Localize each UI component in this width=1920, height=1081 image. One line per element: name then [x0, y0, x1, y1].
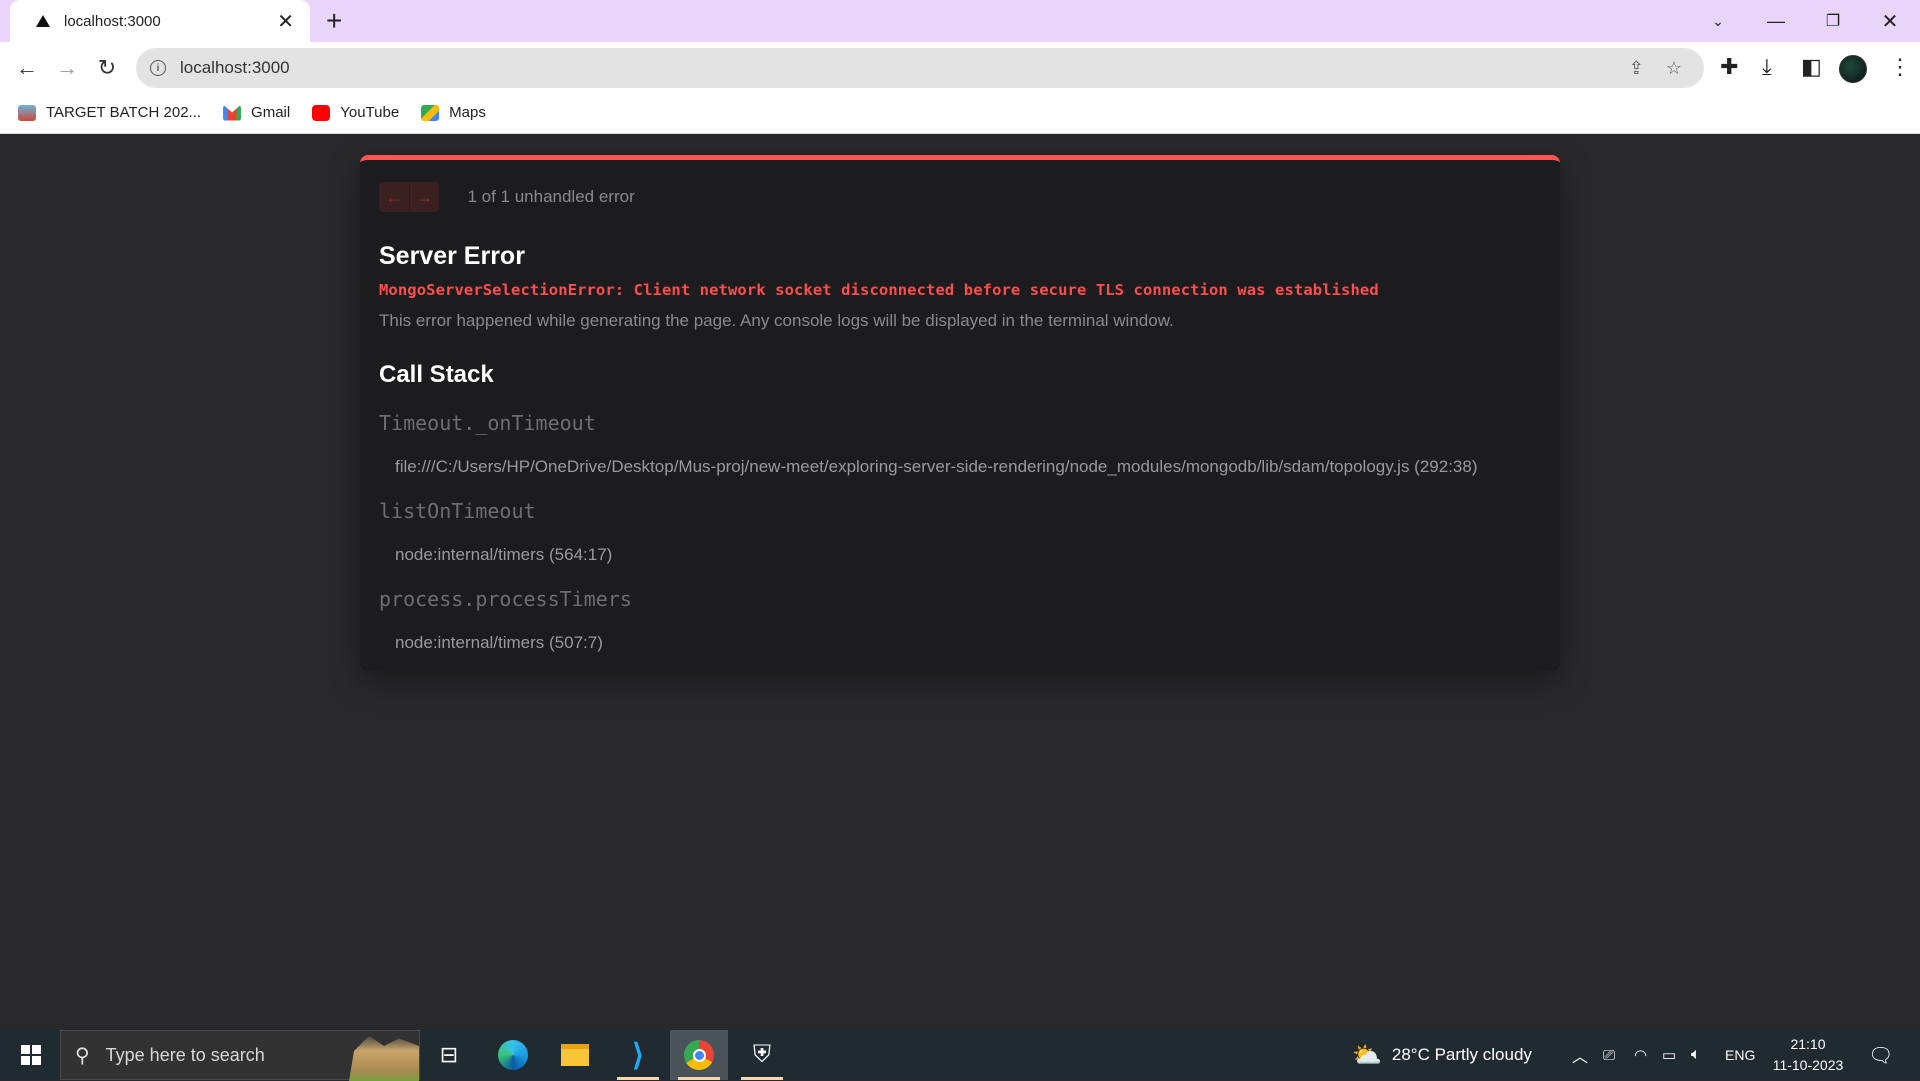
- restore-button[interactable]: ❐: [1805, 0, 1861, 42]
- bookmark-label: YouTube: [340, 104, 400, 121]
- clock-time: 21:10: [1790, 1036, 1826, 1052]
- maps-icon: [421, 104, 440, 121]
- bookmark-target-batch[interactable]: TARGET BATCH 202...: [18, 104, 201, 121]
- edge-app-icon[interactable]: [484, 1030, 542, 1080]
- wifi-icon[interactable]: ◠: [1634, 1030, 1647, 1080]
- camera-icon[interactable]: ⎚: [1603, 1030, 1615, 1080]
- battery-icon[interactable]: ▭: [1662, 1030, 1676, 1080]
- volume-icon[interactable]: 🔈︎: [1691, 1030, 1701, 1080]
- show-hidden-icons-chevron-icon[interactable]: ︿: [1572, 1030, 1588, 1080]
- bookmark-label: TARGET BATCH 202...: [46, 104, 202, 121]
- bookmark-youtube[interactable]: YouTube: [312, 104, 399, 121]
- notifications-icon[interactable]: 🗨︎: [1868, 1030, 1893, 1080]
- share-icon[interactable]: ⇪: [1629, 58, 1644, 79]
- close-tab-icon[interactable]: ✕: [277, 9, 294, 34]
- extensions-icon[interactable]: ✚: [1720, 54, 1738, 80]
- stack-frame-location[interactable]: file:///C:/Users/HP/OneDrive/Desktop/Mus…: [395, 457, 1541, 477]
- partly-cloudy-icon: ⛅: [1352, 1041, 1382, 1069]
- forward-button[interactable]: →: [49, 50, 85, 86]
- bookmark-app-icon: [18, 104, 36, 121]
- bookmark-maps[interactable]: Maps: [421, 104, 486, 121]
- file-explorer-icon[interactable]: [546, 1030, 604, 1080]
- gmail-icon: [223, 104, 242, 121]
- start-button[interactable]: [8, 1030, 54, 1080]
- stack-frame-location[interactable]: node:internal/timers (564:17): [395, 545, 1541, 565]
- menu-kebab-icon[interactable]: ⋮: [1889, 54, 1911, 80]
- bookmark-gmail[interactable]: Gmail: [223, 104, 290, 121]
- error-pagination: ← → 1 of 1 unhandled error: [379, 182, 1541, 212]
- error-count: 1 of 1 unhandled error: [467, 187, 635, 206]
- error-title: Server Error: [379, 242, 525, 270]
- side-panel-icon[interactable]: ◧: [1801, 54, 1822, 80]
- tab-strip: localhost:3000 ✕ + ⌄ — ❐ ✕: [0, 0, 1920, 42]
- stack-frame: Timeout._onTimeout file:///C:/Users/HP/O…: [379, 411, 1541, 477]
- call-stack-title: Call Stack: [379, 361, 494, 388]
- windows-taskbar: ⚲ Type here to search ⊟ ⟩ ⛨ ⛅ 28°C Partl…: [0, 1030, 1920, 1081]
- clock-date: 11-10-2023: [1772, 1057, 1844, 1073]
- minimize-button[interactable]: —: [1748, 0, 1804, 42]
- stack-frame-function: listOnTimeout: [379, 499, 536, 523]
- bookmark-label: Gmail: [251, 104, 291, 121]
- error-description: This error happened while generating the…: [379, 311, 1174, 330]
- vscode-app-icon[interactable]: ⟩: [609, 1030, 667, 1080]
- chrome-app-icon[interactable]: [670, 1030, 728, 1080]
- close-window-button[interactable]: ✕: [1862, 0, 1918, 42]
- stack-frame-function: process.processTimers: [379, 587, 632, 611]
- new-tab-button[interactable]: +: [326, 6, 342, 36]
- taskbar-clock[interactable]: 21:10 11-10-2023: [1766, 1034, 1850, 1076]
- bookmarks-bar: TARGET BATCH 202... Gmail YouTube Maps: [0, 92, 1920, 134]
- tab-title: localhost:3000: [64, 12, 161, 30]
- bookmark-star-icon[interactable]: ☆: [1666, 58, 1682, 79]
- browser-toolbar: ← → ↻ i localhost:3000 ⇪ ☆ ✚ ⤓ ◧ ⋮: [0, 42, 1920, 92]
- download-icon[interactable]: ⤓: [1762, 54, 1772, 80]
- url-text[interactable]: localhost:3000: [180, 58, 1629, 78]
- search-placeholder: Type here to search: [105, 1044, 265, 1065]
- stack-frame: listOnTimeout node:internal/timers (564:…: [379, 499, 1541, 565]
- tab-search-chevron-icon[interactable]: ⌄: [1690, 0, 1746, 42]
- language-indicator[interactable]: ENG: [1725, 1030, 1755, 1080]
- error-nav-group: ← →: [379, 182, 439, 212]
- search-highlight-image: [349, 1036, 419, 1081]
- address-bar[interactable]: i localhost:3000 ⇪ ☆: [136, 48, 1704, 88]
- browser-tab[interactable]: localhost:3000 ✕: [10, 0, 310, 42]
- previous-error-button[interactable]: ←: [379, 182, 409, 212]
- site-info-icon[interactable]: i: [150, 60, 166, 76]
- stack-frame: process.processTimers node:internal/time…: [379, 587, 1541, 653]
- reload-button[interactable]: ↻: [89, 50, 125, 86]
- error-overlay-dialog: ← → 1 of 1 unhandled error Server Error …: [360, 155, 1560, 671]
- weather-widget[interactable]: ⛅ 28°C Partly cloudy: [1352, 1030, 1532, 1080]
- taskbar-search-box[interactable]: ⚲ Type here to search: [60, 1030, 420, 1081]
- triangle-icon: [36, 15, 50, 27]
- security-shield-icon[interactable]: ⛨: [733, 1030, 791, 1080]
- stack-frame-location[interactable]: node:internal/timers (507:7): [395, 633, 1541, 653]
- back-button[interactable]: ←: [9, 50, 45, 86]
- error-message: MongoServerSelectionError: Client networ…: [379, 281, 1379, 299]
- weather-text: 28°C Partly cloudy: [1391, 1045, 1532, 1064]
- search-icon: ⚲: [75, 1044, 90, 1067]
- profile-avatar[interactable]: [1839, 55, 1867, 83]
- youtube-icon: [312, 104, 331, 121]
- page-content: ← → 1 of 1 unhandled error Server Error …: [0, 135, 1920, 1030]
- bookmark-label: Maps: [449, 104, 486, 121]
- stack-frame-function: Timeout._onTimeout: [379, 411, 596, 435]
- task-view-icon[interactable]: ⊟: [420, 1030, 478, 1080]
- next-error-button[interactable]: →: [409, 182, 439, 212]
- windows-logo-icon: [21, 1045, 41, 1065]
